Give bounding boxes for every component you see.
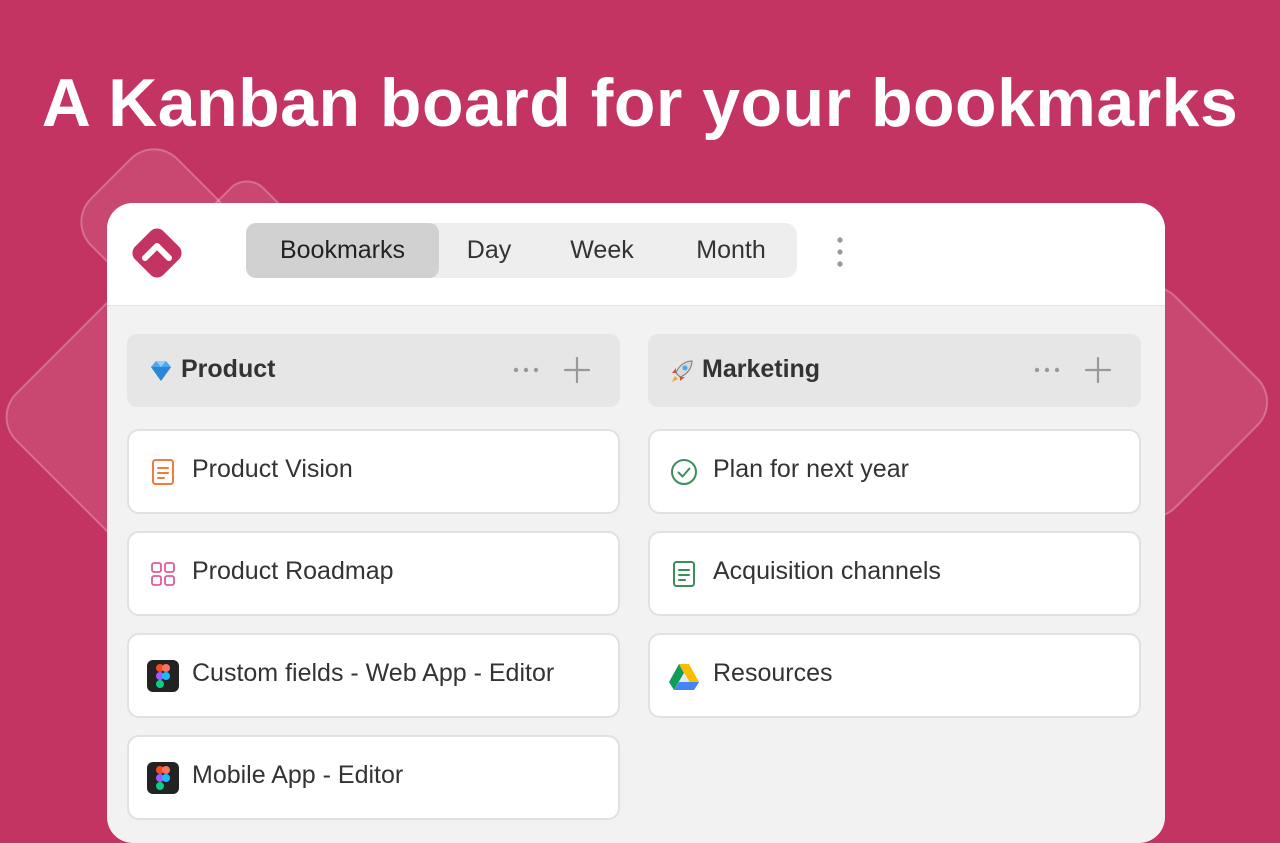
card-label: Acquisition channels <box>713 557 941 585</box>
column-header: Marketing <box>648 334 1141 407</box>
document-icon <box>673 561 695 587</box>
bookmark-card[interactable]: Product Roadmap <box>127 531 620 616</box>
bookmark-card[interactable]: Resources <box>648 633 1141 718</box>
add-card-icon[interactable] <box>563 356 591 384</box>
more-horizontal-icon[interactable] <box>512 364 540 376</box>
card-label: Mobile App - Editor <box>192 761 404 789</box>
column-marketing: Marketing Plan for next year Acquisition… <box>648 334 1141 718</box>
top-bar: Bookmarks Day Week Month <box>107 203 1165 306</box>
column-title: Product <box>181 355 276 383</box>
document-icon <box>152 459 174 485</box>
more-vertical-icon[interactable] <box>832 235 848 269</box>
figma-icon <box>147 660 179 692</box>
card-label: Resources <box>713 659 833 687</box>
view-tabs: Bookmarks Day Week Month <box>246 223 797 278</box>
bookmark-card[interactable]: Product Vision <box>127 429 620 514</box>
grid-icon <box>151 562 175 586</box>
figma-icon <box>147 762 179 794</box>
add-card-icon[interactable] <box>1084 356 1112 384</box>
column-header: Product <box>127 334 620 407</box>
bookmark-card[interactable]: Acquisition channels <box>648 531 1141 616</box>
tab-bookmarks[interactable]: Bookmarks <box>246 223 439 278</box>
check-circle-icon <box>671 459 697 485</box>
column-product: Product Product Vision Product Roadmap C… <box>127 334 620 820</box>
google-drive-icon <box>669 664 699 690</box>
bookmark-card[interactable]: Plan for next year <box>648 429 1141 514</box>
bookmark-card[interactable]: Mobile App - Editor <box>127 735 620 820</box>
more-horizontal-icon[interactable] <box>1033 364 1061 376</box>
rocket-icon <box>672 360 693 382</box>
app-window: Bookmarks Day Week Month Product Product… <box>107 203 1165 843</box>
app-logo-icon[interactable] <box>125 221 189 285</box>
tab-month[interactable]: Month <box>665 223 797 278</box>
headline: A Kanban board for your bookmarks <box>41 65 1239 141</box>
card-label: Custom fields - Web App - Editor <box>192 659 555 687</box>
card-label: Product Roadmap <box>192 557 394 585</box>
bookmark-card[interactable]: Custom fields - Web App - Editor <box>127 633 620 718</box>
gem-icon <box>151 361 171 381</box>
tab-week[interactable]: Week <box>539 223 665 278</box>
card-label: Product Vision <box>192 455 353 483</box>
card-label: Plan for next year <box>713 455 909 483</box>
column-title: Marketing <box>702 355 821 383</box>
tab-day[interactable]: Day <box>439 223 539 278</box>
